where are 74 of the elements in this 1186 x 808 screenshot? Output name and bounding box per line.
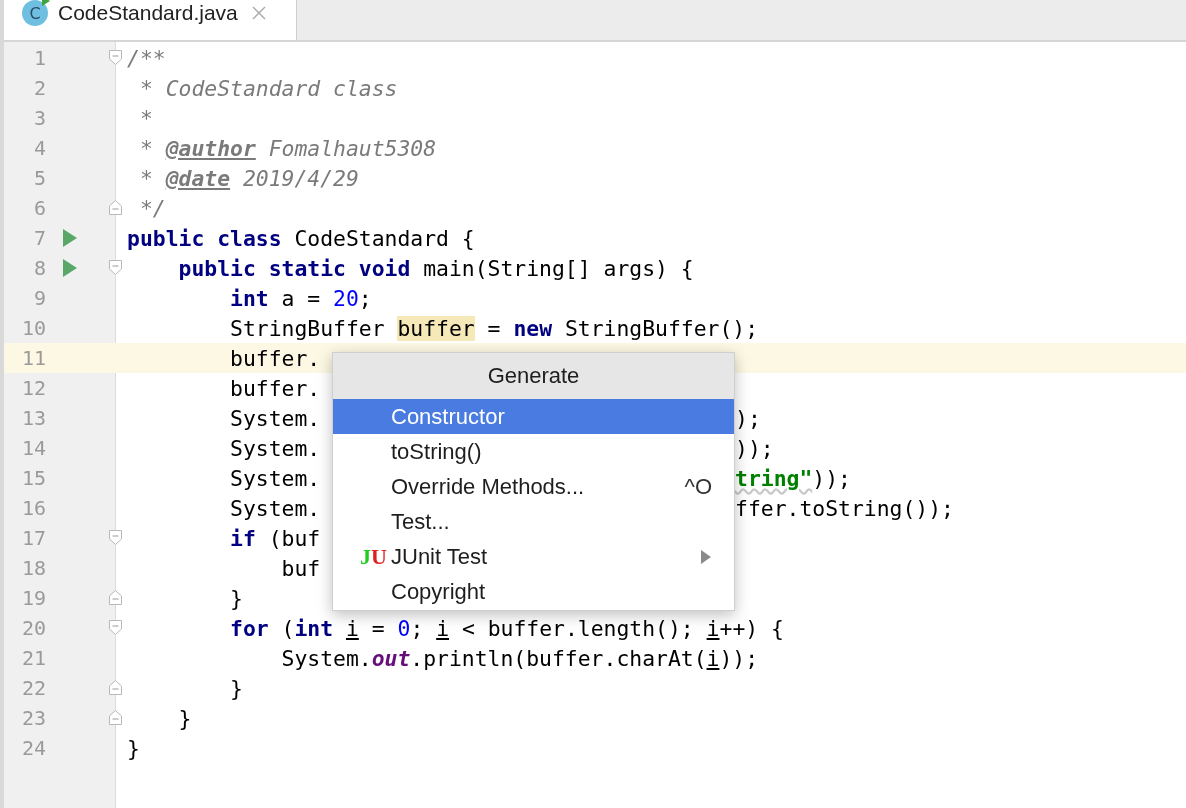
popup-title: Generate <box>333 353 734 399</box>
line-number: 23 <box>20 706 46 730</box>
fold-icon[interactable] <box>109 200 122 215</box>
code-line: * CodeStandard class <box>138 75 398 101</box>
code-line: * @author Fomalhaut5308 <box>138 135 437 161</box>
code-line: } <box>229 585 243 611</box>
code-line: System.out.println(buffer.charAt(i)); <box>280 645 759 671</box>
line-number: 18 <box>20 556 46 580</box>
code-line: } <box>127 735 140 761</box>
junit-icon: JU <box>360 545 387 568</box>
line-number: 10 <box>20 316 46 340</box>
code-line: System. <box>229 405 321 431</box>
code-line: StringBuffer buffer = new StringBuffer(); <box>229 315 759 341</box>
line-number: 12 <box>20 376 46 400</box>
line-number: 13 <box>20 406 46 430</box>
run-icon[interactable] <box>63 259 77 277</box>
class-file-icon: C <box>22 0 48 26</box>
menu-item[interactable]: toString() <box>333 434 734 469</box>
menu-item[interactable]: Test... <box>333 504 734 539</box>
fold-icon[interactable] <box>109 680 122 695</box>
line-number: 7 <box>32 226 46 250</box>
menu-item[interactable]: Override Methods... ^O <box>333 469 734 504</box>
code-line: public static void main(String[] args) { <box>177 255 694 281</box>
shortcut-text: ^O <box>684 473 712 500</box>
fold-icon[interactable] <box>109 620 122 635</box>
code-line: System. <box>229 495 321 521</box>
line-number: 2 <box>32 76 46 100</box>
code-line: public class CodeStandard { <box>127 225 475 251</box>
code-line: if (buf <box>229 525 321 551</box>
code-line: * @date 2019/4/29 <box>138 165 359 191</box>
file-tab[interactable]: C CodeStandard.java <box>4 0 297 40</box>
line-number: 9 <box>32 286 46 310</box>
fold-icon[interactable] <box>109 50 122 65</box>
code-line: buffer. <box>229 375 321 401</box>
code-line: ffer.toString()); <box>735 496 954 521</box>
code-line: */ <box>138 195 166 221</box>
line-number: 15 <box>20 466 46 490</box>
code-line: buffer. <box>229 345 321 371</box>
line-number: 24 <box>20 736 46 760</box>
line-number: 20 <box>20 616 46 640</box>
line-number: 3 <box>32 106 46 130</box>
line-number: 6 <box>32 196 46 220</box>
line-number: 21 <box>20 646 46 670</box>
fold-icon[interactable] <box>109 530 122 545</box>
code-line: int a = 20; <box>229 285 372 311</box>
line-number: 11 <box>20 346 46 370</box>
code-line: } <box>177 705 192 731</box>
code-line: } <box>229 675 243 701</box>
code-line: System. <box>229 435 321 461</box>
code-line: ); <box>735 406 761 431</box>
fold-icon[interactable] <box>109 260 122 275</box>
line-number: 17 <box>20 526 46 550</box>
line-number: 14 <box>20 436 46 460</box>
line-number: 22 <box>20 676 46 700</box>
code-line: * <box>138 105 153 131</box>
run-icon[interactable] <box>63 229 77 247</box>
line-number: 4 <box>32 136 46 160</box>
menu-item[interactable]: JU JUnit Test <box>333 539 734 574</box>
menu-item[interactable]: Copyright <box>333 574 734 609</box>
fold-icon[interactable] <box>109 710 122 725</box>
code-line: /** <box>127 45 166 71</box>
line-number: 16 <box>20 496 46 520</box>
line-number: 5 <box>32 166 46 190</box>
code-line: buf <box>280 555 321 581</box>
code-line: )); <box>735 436 774 461</box>
line-number: 8 <box>32 256 46 280</box>
fold-icon[interactable] <box>109 590 122 605</box>
line-number: 19 <box>20 586 46 610</box>
code-line: tring")); <box>735 466 851 491</box>
code-line: for (int i = 0; i < buffer.length(); i++) { <box>229 615 784 641</box>
code-line: System. <box>229 465 321 491</box>
close-icon <box>251 6 266 20</box>
line-number: 1 <box>32 46 46 70</box>
menu-item[interactable]: Constructor <box>333 399 734 434</box>
